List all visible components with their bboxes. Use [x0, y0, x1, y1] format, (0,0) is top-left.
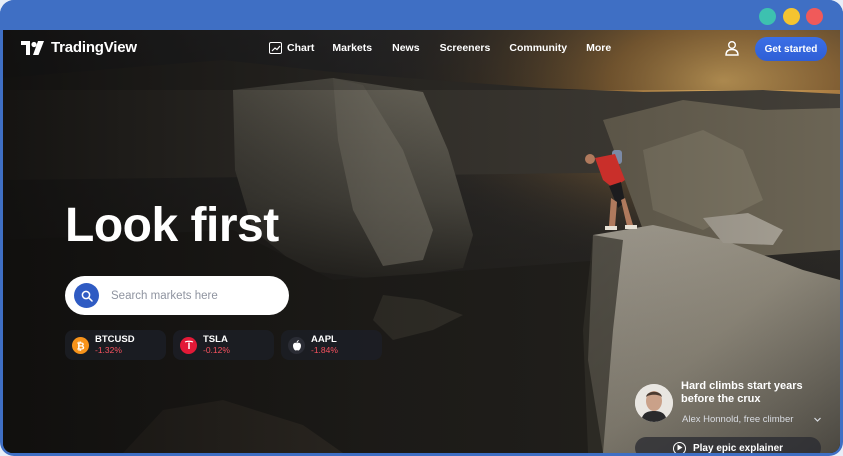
- search-button[interactable]: [74, 283, 99, 308]
- market-search-bar[interactable]: [65, 276, 289, 315]
- brand-name: TradingView: [51, 39, 137, 56]
- ticker-list: ₿ BTCUSD -1.32% TSLA -0.12% AAPL -1.84%: [65, 330, 382, 360]
- apple-icon: [288, 336, 305, 354]
- nav-item-label: More: [586, 42, 612, 54]
- nav-item-label: Screeners: [439, 42, 491, 54]
- nav-item-news[interactable]: News: [392, 42, 419, 54]
- tesla-icon: [180, 336, 197, 354]
- quote-author: Alex Honnold, free climber: [682, 414, 794, 425]
- page-viewport: TradingView Chart Markets News Screeners…: [3, 30, 840, 453]
- nav-item-screeners[interactable]: Screeners: [440, 42, 491, 54]
- ticker-symbol: AAPL: [311, 333, 337, 345]
- ticker-symbol: BTCUSD: [95, 333, 135, 345]
- nav-item-more[interactable]: More: [586, 42, 611, 54]
- nav-item-community[interactable]: Community: [509, 42, 567, 54]
- window-control-close[interactable]: [806, 8, 823, 25]
- tradingview-logo-icon: [21, 40, 44, 55]
- nav-item-label: Chart: [287, 42, 315, 54]
- ticker-symbol: TSLA: [203, 333, 228, 345]
- user-icon[interactable]: [724, 40, 740, 56]
- window-control-maximize[interactable]: [783, 8, 800, 25]
- ticker-change: -1.32%: [95, 344, 122, 355]
- hero-headline: Look first: [65, 199, 279, 252]
- search-icon: [81, 290, 93, 302]
- get-started-button[interactable]: Get started: [755, 37, 827, 61]
- browser-window: TradingView Chart Markets News Screeners…: [0, 0, 843, 456]
- main-menu: Chart Markets News Screeners Community M…: [269, 42, 611, 54]
- nav-item-chart[interactable]: Chart: [269, 42, 314, 54]
- play-label: Play epic explainer: [692, 442, 784, 454]
- play-icon: [672, 441, 686, 453]
- nav-item-label: News: [392, 42, 420, 54]
- nav-item-label: Markets: [332, 42, 373, 54]
- svg-text:₿: ₿: [77, 340, 85, 351]
- window-titlebar: [0, 0, 843, 30]
- window-control-minimize[interactable]: [759, 8, 776, 25]
- bitcoin-icon: ₿: [72, 336, 89, 354]
- nav-item-markets[interactable]: Markets: [332, 42, 372, 54]
- chevron-down-icon[interactable]: [813, 415, 822, 424]
- nav-item-label: Community: [509, 42, 568, 54]
- ticker-aapl[interactable]: AAPL -1.84%: [281, 330, 382, 360]
- top-navigation: TradingView Chart Markets News Screeners…: [3, 30, 840, 70]
- search-input[interactable]: [111, 289, 271, 302]
- ticker-change: -0.12%: [203, 344, 230, 355]
- avatar: [635, 384, 673, 422]
- chart-icon: [269, 42, 282, 54]
- brand-logo[interactable]: TradingView: [21, 39, 137, 56]
- ticker-change: -1.84%: [311, 344, 338, 355]
- ticker-btcusd[interactable]: ₿ BTCUSD -1.32%: [65, 330, 166, 360]
- quote-title: Hard climbs start years before the crux: [681, 380, 803, 406]
- play-explainer-button[interactable]: Play epic explainer: [635, 437, 821, 453]
- ticker-tsla[interactable]: TSLA -0.12%: [173, 330, 274, 360]
